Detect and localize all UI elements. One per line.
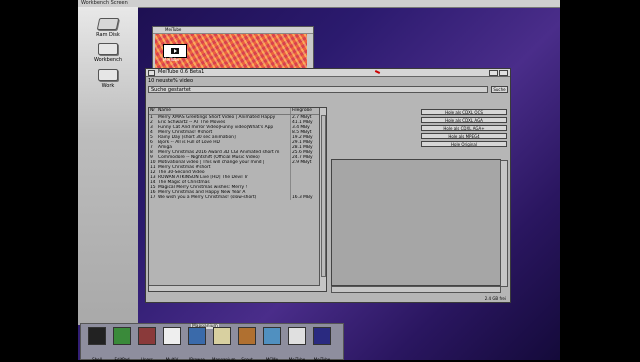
column-header-nr[interactable]: Nr	[149, 108, 158, 114]
row-filesize: 16.3 MBy	[290, 195, 320, 200]
search-area: 10 neuste% video Suche gestartet Suche	[148, 78, 508, 93]
dock-item[interactable]: MultiV	[162, 327, 182, 362]
vertical-scrollbar[interactable]	[319, 108, 326, 291]
row-title: We wish you a Merry Christmas! (slow-sho…	[158, 195, 257, 200]
play-icon[interactable]	[163, 44, 187, 58]
column-header-size[interactable]: Filegröße	[290, 108, 320, 114]
preview-window-title[interactable]: MeiTube	[153, 27, 313, 34]
ram-disk-icon	[96, 18, 120, 30]
dock-item[interactable]: MCMe	[262, 327, 282, 362]
download-options: Hole als CDXL OCS Hole als CDXL AGA Hole…	[421, 109, 507, 149]
results-table[interactable]: Nr Name Filegröße 1 Merry XMAS Greetings …	[148, 107, 327, 292]
main-window-titlebar[interactable]: MeiTube 0.6 Beta1	[146, 69, 510, 77]
desktop-icon-label: Work	[101, 83, 115, 89]
depth-gadget-icon[interactable]	[499, 70, 508, 76]
multiview-icon	[163, 327, 181, 345]
meitube-icon	[288, 327, 306, 345]
dock-item[interactable]: Scout	[237, 327, 257, 362]
download-cdxl-aga-plus-button[interactable]: Hole als CDXL AGA+	[421, 125, 507, 131]
shell-icon	[88, 327, 106, 345]
amidock: Mappanium ShellEditPadUnarcMultiVIBrowse…	[80, 323, 344, 362]
dock-item[interactable]: MeiTube	[287, 327, 307, 362]
horizontal-scrollbar[interactable]	[149, 285, 320, 291]
thumbnail-caption: MeiTube	[163, 57, 180, 62]
info-horizontal-scrollbar[interactable]	[331, 286, 501, 293]
search-label: 10 neuste% video	[148, 78, 194, 84]
table-header: Nr Name Filegröße	[149, 108, 326, 115]
desktop-icon-workbench[interactable]: Workbench	[88, 43, 128, 63]
harddisk-icon	[98, 43, 118, 55]
search-button[interactable]: Suche	[491, 86, 508, 93]
download-cdxl-ocs-button[interactable]: Hole als CDXL OCS	[421, 109, 507, 115]
search-input[interactable]: Suche gestartet	[148, 86, 488, 93]
mappanium-icon	[213, 327, 231, 345]
meitube-app-icon	[313, 327, 331, 345]
screen-titlebar[interactable]: Workbench Screen	[78, 0, 560, 8]
download-cdxl-aga-button[interactable]: Hole als CDXL AGA	[421, 117, 507, 123]
dock-item[interactable]: MeiTube	[312, 327, 332, 362]
table-body: 1 Merry XMAS Greetings Short Video | Anim…	[149, 115, 326, 200]
column-header-name[interactable]: Name	[158, 108, 290, 114]
dock-item[interactable]: Mappanium	[212, 327, 236, 362]
scout-icon	[238, 327, 256, 345]
desktop-icon-label: Ram Disk	[96, 32, 120, 38]
info-vertical-scrollbar[interactable]	[500, 160, 508, 287]
ibrowse-icon	[188, 327, 206, 345]
scroll-knob[interactable]	[321, 115, 326, 277]
workbench-screen: Workbench Screen Ram Disk Workbench Work…	[78, 0, 560, 360]
editpad-icon	[113, 327, 131, 345]
desktop-icon-label: Workbench	[94, 57, 122, 63]
table-row[interactable]: 17 We wish you a Merry Christmas! (slow-s…	[149, 195, 326, 200]
harddisk-icon	[98, 69, 118, 81]
status-text: 2.4 GB frei	[484, 296, 506, 301]
pointer-icon	[374, 70, 381, 74]
window-title: MeiTube 0.6 Beta1	[158, 69, 205, 75]
row-number: 17	[150, 195, 156, 200]
download-original-button[interactable]: Hole Original	[421, 141, 507, 147]
dock-item[interactable]: Shell	[87, 327, 107, 362]
dock-item[interactable]: Unarc	[137, 327, 157, 362]
close-gadget-icon[interactable]	[148, 70, 155, 76]
desktop-icon-work[interactable]: Work	[88, 69, 128, 89]
download-mpeg4-button[interactable]: Hole als MPEG4	[421, 133, 507, 139]
video-info-panel	[331, 159, 508, 287]
dock-item[interactable]: EditPad	[112, 327, 132, 362]
zoom-gadget-icon[interactable]	[489, 70, 498, 76]
meitube-main-window: MeiTube 0.6 Beta1 10 neuste% video Suche…	[145, 68, 511, 303]
unarc-icon	[138, 327, 156, 345]
screen-title: Workbench Screen	[81, 0, 128, 6]
desktop-icon-ram-disk[interactable]: Ram Disk	[88, 18, 128, 38]
dock-item[interactable]: IBrowse	[187, 327, 207, 362]
desktop-panel: Ram Disk Workbench Work	[78, 7, 138, 325]
mcme-icon	[263, 327, 281, 345]
